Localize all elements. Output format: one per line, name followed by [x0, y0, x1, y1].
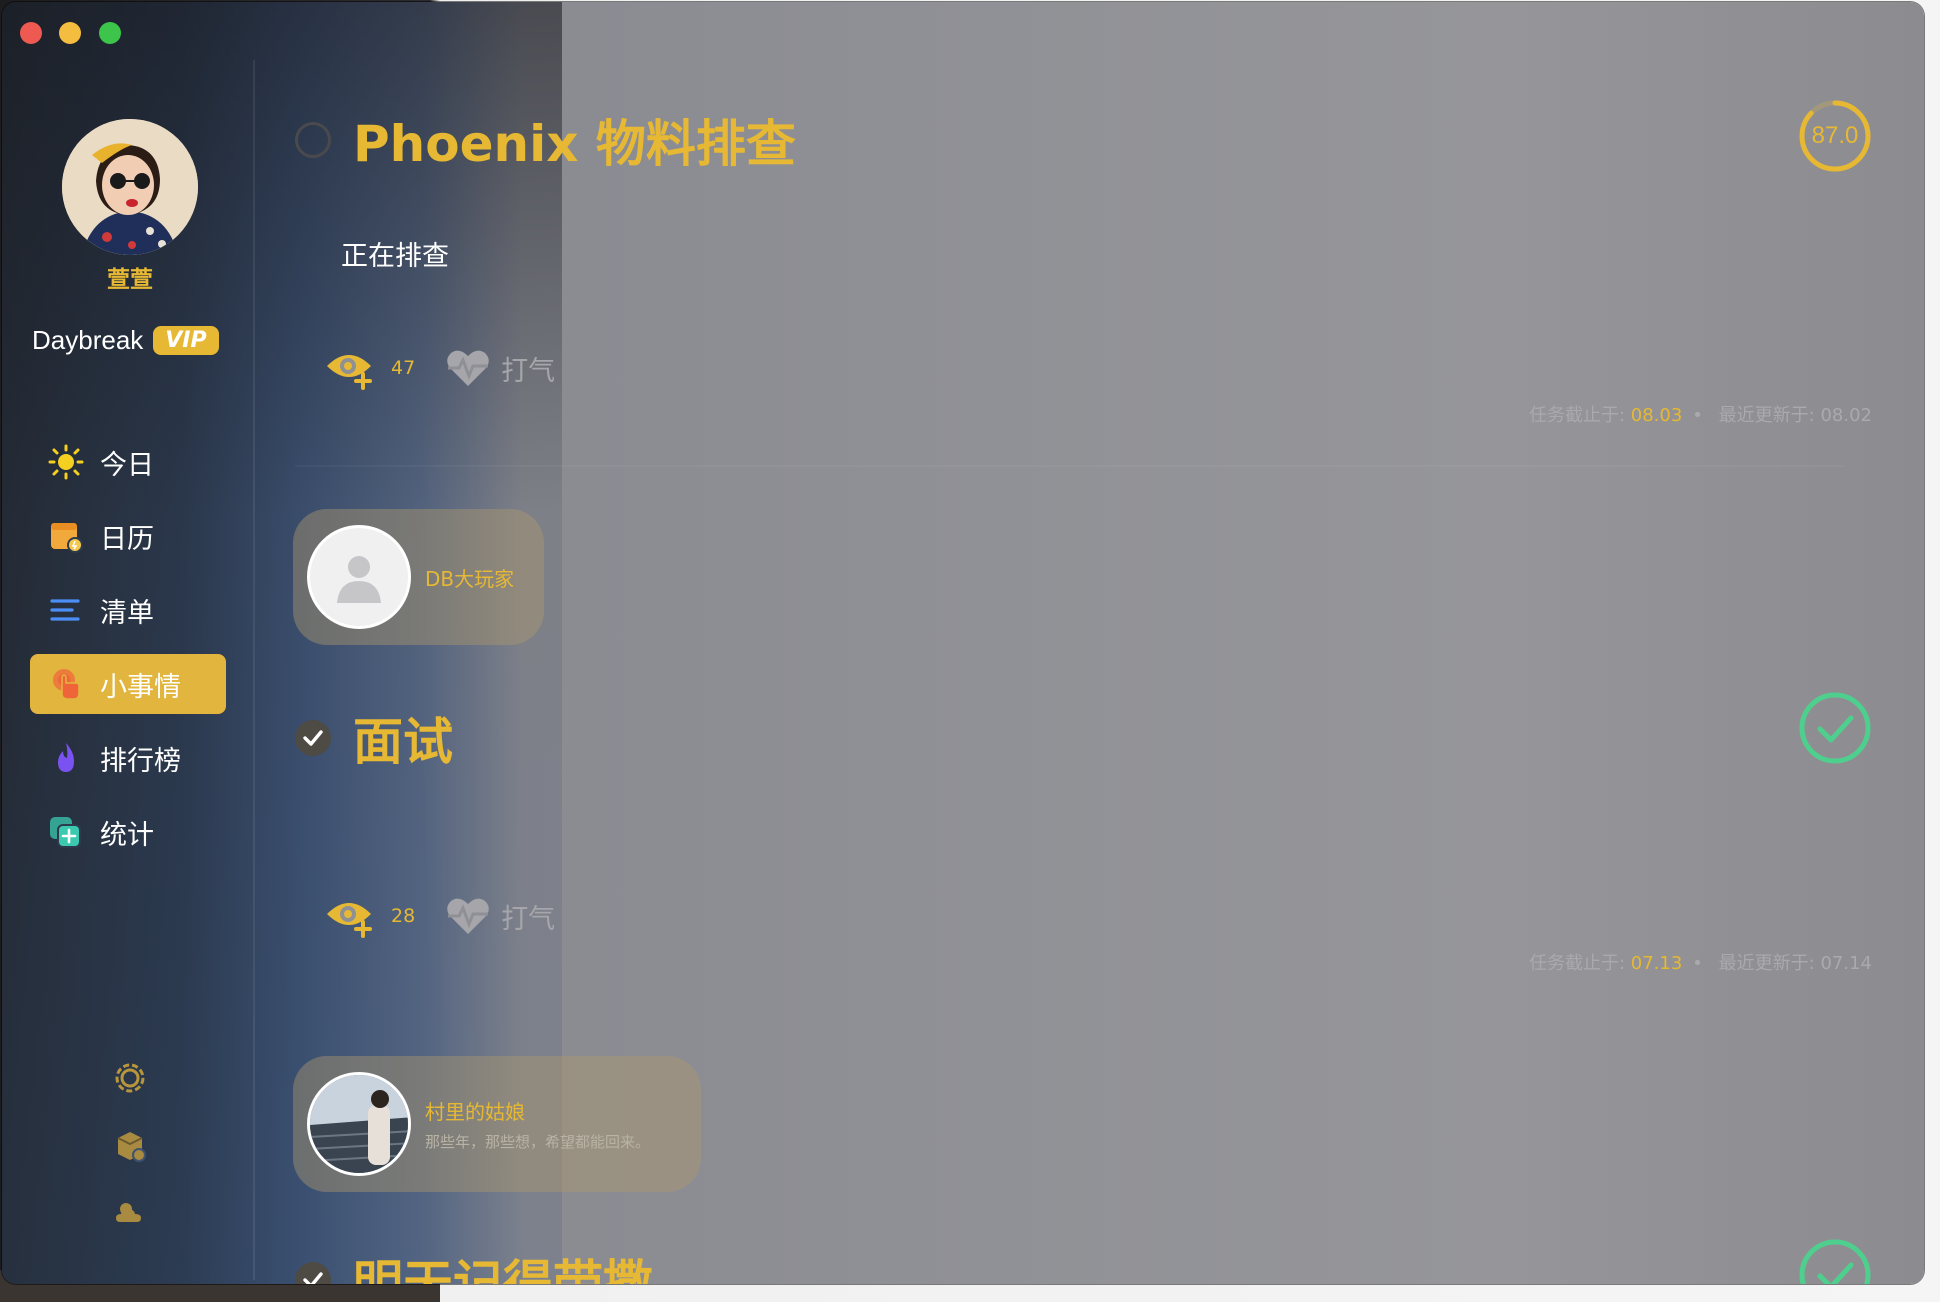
sun-icon	[48, 444, 84, 480]
brand-name: Daybreak	[32, 325, 144, 355]
updated-label: 最近更新于:	[1718, 953, 1815, 974]
check-icon	[303, 1272, 323, 1284]
avatar	[307, 525, 411, 629]
done-check-icon	[1799, 1239, 1871, 1284]
sidebar-item-list[interactable]: 清单	[30, 580, 226, 640]
check-icon	[303, 730, 323, 746]
app-window: 萱萱 Daybreak VIP 今日 日历 清单 小事情 排行榜 统计 Phoe…	[2, 2, 1924, 1284]
task-checkbox[interactable]	[295, 720, 331, 756]
task-stats: 28 打气	[325, 894, 555, 938]
task-title-row: 面试	[295, 702, 453, 774]
score-value: 87.0	[1811, 122, 1859, 149]
sidebar-item-label: 统计	[100, 819, 154, 851]
sidebar-item-calendar[interactable]: 日历	[30, 506, 226, 566]
avatar	[307, 1072, 411, 1176]
box-icon[interactable]	[108, 1124, 152, 1168]
deadline-label: 任务截止于:	[1528, 405, 1626, 426]
vip-badge: VIP	[153, 326, 219, 355]
weather-icon[interactable]	[108, 1192, 152, 1236]
task-title[interactable]: Phoenix 物料排查	[353, 104, 796, 176]
user-bio: 那些年，那些想，希望都能回来。	[425, 1133, 651, 1151]
task-checkbox[interactable]	[295, 1262, 331, 1284]
task-title[interactable]: 明天记得带撒	[353, 1244, 653, 1284]
task-description: 正在排查	[341, 241, 449, 272]
sidebar-item-label: 小事情	[100, 671, 181, 703]
user-name: DB大玩家	[425, 566, 515, 591]
user-card[interactable]: DB大玩家	[293, 509, 545, 645]
flame-icon	[48, 740, 84, 776]
user-name: 村里的姑娘	[425, 1100, 525, 1124]
sidebar: 萱萱 Daybreak VIP 今日 日历 清单 小事情 排行榜 统计	[2, 2, 254, 1284]
task-title-row: Phoenix 物料排查	[295, 104, 796, 176]
sidebar-item-statistics[interactable]: 统计	[30, 802, 226, 862]
eye-plus-icon[interactable]	[325, 346, 377, 390]
deadline-label: 任务截止于:	[1528, 953, 1626, 974]
task-title[interactable]: 面试	[353, 702, 453, 774]
task-meta: 任务截止于: 08.03 • 最近更新于: 08.02	[1528, 405, 1872, 426]
sidebar-item-label: 清单	[100, 597, 154, 629]
task-feed: Phoenix 物料排查 87.0 正在排查 47 打气 任务截止于: 08.0…	[255, 2, 1924, 1284]
heartbeat-icon[interactable]	[445, 348, 491, 388]
stats-icon	[48, 814, 84, 850]
updated-value: 07.14	[1820, 953, 1872, 974]
task-stats: 47 打气	[325, 346, 555, 390]
sidebar-item-label: 今日	[100, 449, 154, 481]
sidebar-item-small-things[interactable]: 小事情	[30, 654, 226, 714]
sidebar-item-label: 排行榜	[100, 745, 181, 777]
calendar-icon	[48, 518, 84, 554]
brand: Daybreak VIP	[32, 325, 219, 356]
sidebar-item-today[interactable]: 今日	[30, 432, 226, 492]
divider	[295, 465, 1845, 467]
task-title-row: 明天记得带撒	[295, 1244, 653, 1284]
default-avatar-icon	[337, 556, 381, 603]
user-card[interactable]: 村里的姑娘 那些年，那些想，希望都能回来。	[293, 1056, 701, 1192]
list-icon	[48, 592, 84, 628]
deadline-value: 08.03	[1630, 405, 1683, 426]
finger-icon	[48, 666, 84, 702]
deadline-value: 07.13	[1630, 953, 1683, 974]
user-avatar[interactable]	[62, 119, 198, 255]
heartbeat-icon[interactable]	[445, 896, 491, 936]
updated-label: 最近更新于:	[1718, 405, 1815, 426]
view-count: 28	[391, 905, 416, 927]
updated-value: 08.02	[1820, 405, 1872, 426]
done-check-icon	[1799, 692, 1871, 764]
gear-icon[interactable]	[108, 1056, 152, 1100]
task-meta: 任务截止于: 07.13 • 最近更新于: 07.14	[1528, 953, 1872, 974]
sidebar-nav: 今日 日历 清单 小事情 排行榜 统计	[30, 432, 226, 876]
username: 萱萱	[107, 267, 153, 293]
cheer-button-label[interactable]: 打气	[501, 349, 555, 388]
sidebar-item-label: 日历	[100, 523, 154, 555]
task-checkbox[interactable]	[295, 122, 331, 158]
eye-plus-icon[interactable]	[325, 894, 377, 938]
sidebar-item-leaderboard[interactable]: 排行榜	[30, 728, 226, 788]
cheer-button-label[interactable]: 打气	[501, 897, 555, 936]
sidebar-footer	[108, 1056, 152, 1260]
view-count: 47	[391, 357, 416, 379]
